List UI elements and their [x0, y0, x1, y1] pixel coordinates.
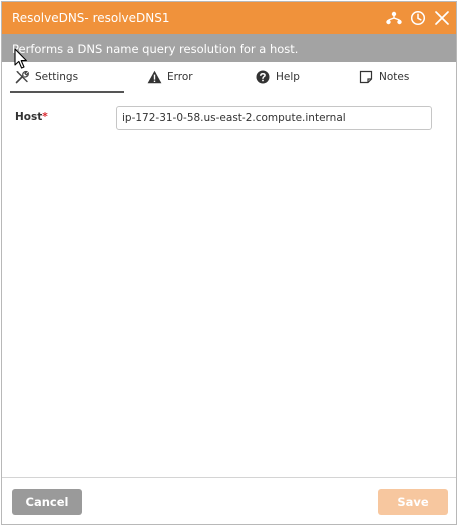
tab-help[interactable]: Help [255, 62, 300, 92]
footer-divider [2, 477, 456, 478]
tab-settings[interactable]: Settings [14, 62, 78, 92]
host-form-row: Host* [2, 106, 456, 130]
dialog-description: Performs a DNS name query resolution for… [12, 42, 299, 56]
hierarchy-icon[interactable] [384, 8, 404, 28]
host-input[interactable] [116, 106, 432, 130]
tab-bar: Settings Error Help Notes [2, 62, 456, 94]
tab-notes[interactable]: Notes [358, 62, 409, 92]
resolve-dns-dialog: ResolveDNS- resolveDNS1 Performs a DNS n… [1, 1, 457, 525]
required-marker: * [42, 111, 48, 123]
tab-error-label: Error [167, 71, 193, 83]
tab-error[interactable]: Error [146, 62, 193, 92]
description-bar: Performs a DNS name query resolution for… [2, 34, 456, 62]
host-label-text: Host [15, 111, 43, 123]
clock-icon[interactable] [408, 8, 428, 28]
save-button[interactable]: Save [378, 489, 448, 515]
tab-notes-label: Notes [379, 71, 410, 83]
title-bar-icons [380, 8, 452, 28]
dialog-title-bar: ResolveDNS- resolveDNS1 [2, 2, 456, 34]
wrench-icon [14, 69, 30, 85]
active-tab-indicator [10, 91, 124, 93]
host-label: Host* [15, 111, 48, 123]
warning-icon [146, 69, 162, 85]
tab-settings-label: Settings [35, 71, 79, 83]
notes-icon [358, 69, 374, 85]
cancel-button[interactable]: Cancel [12, 489, 82, 515]
tab-help-label: Help [276, 71, 300, 83]
help-icon [255, 69, 271, 85]
dialog-title: ResolveDNS- resolveDNS1 [12, 11, 170, 25]
close-icon[interactable] [432, 8, 452, 28]
